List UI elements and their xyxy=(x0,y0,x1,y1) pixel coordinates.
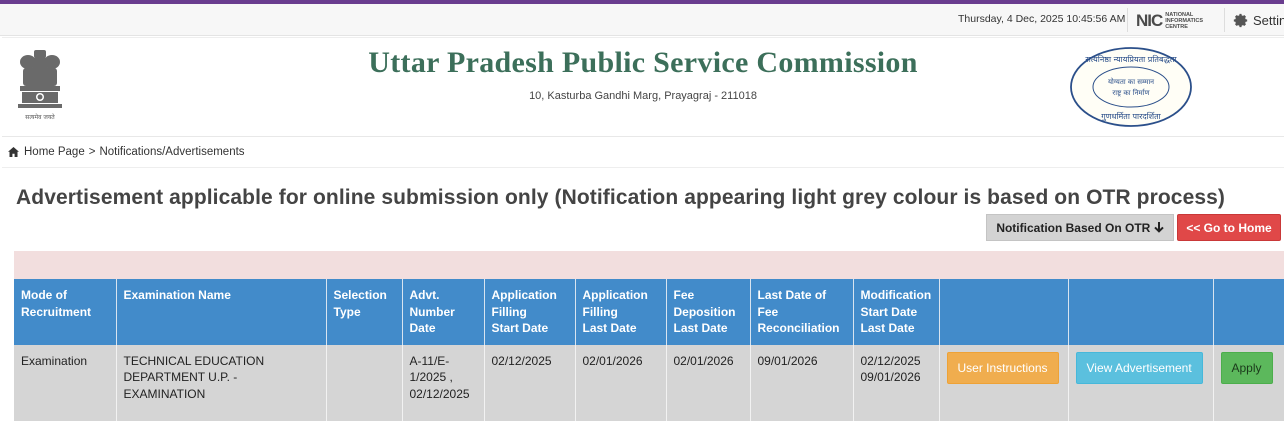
seal-middle-text-1: योग्यता का सम्मान xyxy=(1108,77,1154,86)
page-heading: Advertisement applicable for online subm… xyxy=(16,186,1225,209)
emblem-caption: सत्यमेव जयते xyxy=(25,113,55,121)
breadcrumb-current: Notifications/Advertisements xyxy=(99,146,245,158)
col-fee-reconciliation-date: Last Date of Fee Reconciliation xyxy=(750,279,854,345)
col-view xyxy=(1068,279,1214,345)
cell-modification: 02/12/2025 09/01/2026 xyxy=(853,344,940,421)
table-row: Examination TECHNICAL EDUCATION DEPARTME… xyxy=(14,344,1284,421)
settings-menu[interactable]: Settin xyxy=(1232,12,1284,29)
site-header: सत्यमेव जयते Uttar Pradesh Public Servic… xyxy=(2,37,1284,137)
breadcrumb-home-link[interactable]: Home Page xyxy=(24,146,85,158)
table-header-row: Mode of Recruitment Examination Name Sele… xyxy=(14,279,1284,345)
go-home-button[interactable]: << Go to Home xyxy=(1177,214,1281,241)
breadcrumb: Home Page > Notifications/Advertisements xyxy=(2,137,1284,168)
divider xyxy=(1224,8,1225,32)
cell-fee-last: 02/01/2026 xyxy=(666,344,751,421)
otr-button-label: Notification Based On OTR xyxy=(996,221,1151,235)
settings-label: Settin xyxy=(1253,13,1284,28)
cell-app-start: 02/12/2025 xyxy=(484,344,576,421)
col-mode-of-recruitment: Mode of Recruitment xyxy=(14,279,117,345)
col-apply xyxy=(1213,279,1284,345)
col-advt-number-date: Advt. Number Date xyxy=(402,279,485,345)
cell-app-last: 02/01/2026 xyxy=(575,344,667,421)
alert-bar xyxy=(14,251,1284,279)
col-application-start-date: Application Filling Start Date xyxy=(484,279,576,345)
apply-button[interactable]: Apply xyxy=(1220,351,1273,384)
divider xyxy=(1127,8,1128,32)
col-modification-dates: Modification Start Date Last Date xyxy=(853,279,940,345)
view-advertisement-button[interactable]: View Advertisement xyxy=(1075,351,1203,384)
arrow-down-icon xyxy=(1153,222,1164,233)
cell-selection-type xyxy=(326,344,403,421)
col-fee-deposition-last-date: Fee Deposition Last Date xyxy=(666,279,751,345)
user-instructions-button[interactable]: User Instructions xyxy=(946,351,1059,384)
cell-mode: Examination xyxy=(14,344,117,421)
col-application-last-date: Application Filling Last Date xyxy=(575,279,667,345)
nic-logo[interactable]: NIC NATIONAL INFORMATICS CENTRE xyxy=(1136,12,1203,30)
cell-instructions: User Instructions xyxy=(939,344,1069,421)
nic-logo-subtext: NATIONAL INFORMATICS CENTRE xyxy=(1165,12,1204,30)
current-datetime: Thursday, 4 Dec, 2025 10:45:56 AM xyxy=(958,13,1126,25)
seal-top-text: सत्यनिष्ठा न्यायप्रियता प्रतिबद्धता xyxy=(1085,54,1177,64)
col-selection-type: Selection Type xyxy=(326,279,403,345)
top-bar: Thursday, 4 Dec, 2025 10:45:56 AM NIC NA… xyxy=(0,4,1284,36)
breadcrumb-separator: > xyxy=(88,146,96,158)
seal-bottom-text: गुणधर्मिता पारदर्शिता xyxy=(1101,111,1161,122)
home-icon xyxy=(8,147,19,157)
advertisement-table: Mode of Recruitment Examination Name Sele… xyxy=(14,279,1284,421)
col-instructions xyxy=(939,279,1069,345)
seal-middle-text-2: राष्ट्र का निर्माण xyxy=(1112,88,1150,97)
nic-logo-text: NIC xyxy=(1136,11,1163,30)
cell-apply: Apply xyxy=(1213,344,1284,421)
otr-notification-button[interactable]: Notification Based On OTR xyxy=(986,214,1174,241)
gear-icon xyxy=(1233,13,1248,28)
cell-exam-name: TECHNICAL EDUCATION DEPARTMENT U.P. - EX… xyxy=(116,344,327,421)
cell-view: View Advertisement xyxy=(1068,344,1214,421)
cell-fee-recon: 09/01/2026 xyxy=(750,344,854,421)
col-examination-name: Examination Name xyxy=(116,279,327,345)
commission-seal: सत्यनिष्ठा न्यायप्रियता प्रतिबद्धता योग्… xyxy=(1070,47,1192,127)
cell-advt-number-date: A-11/E-1/2025 , 02/12/2025 xyxy=(402,344,485,421)
